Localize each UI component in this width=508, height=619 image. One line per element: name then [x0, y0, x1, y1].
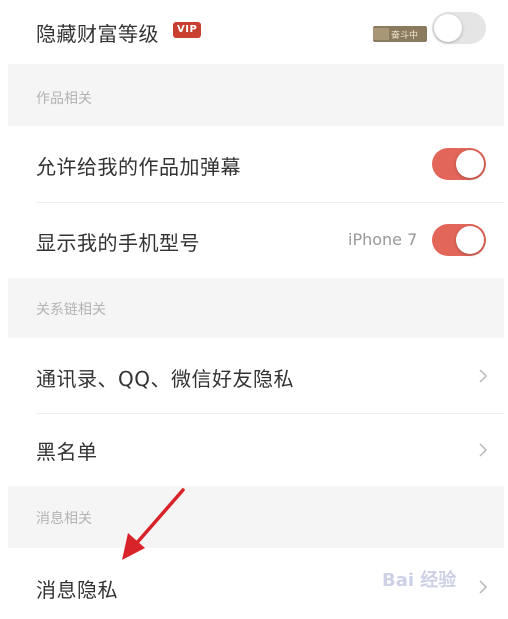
section-header-messages: 消息相关 — [8, 486, 504, 548]
section-header-relations: 关系链相关 — [8, 278, 504, 338]
section-header-works: 作品相关 — [8, 64, 504, 126]
hide-wealth-level-toggle[interactable] — [432, 12, 486, 44]
phone-model-value: iPhone 7 — [348, 230, 418, 249]
row-allow-danmaku[interactable]: 允许给我的作品加弹幕 — [8, 126, 504, 202]
baidu-jingyan-watermark: Bai 经验 — [382, 570, 457, 591]
toggle-knob — [434, 14, 462, 42]
section-title-messages: 消息相关 — [36, 511, 92, 527]
toggle-knob — [456, 226, 484, 254]
toggle-knob — [456, 150, 484, 178]
fortune-level-text: 奋斗中 — [391, 31, 419, 41]
allow-danmaku-toggle[interactable] — [432, 148, 486, 180]
section-title-relations: 关系链相关 — [36, 302, 106, 318]
privacy-settings-screen: 隐藏财富等级 VIP 奋斗中 作品相关 允许给我的作品加弹幕 显示我的手机型号 — [8, 0, 504, 619]
blacklist-label: 黑名单 — [36, 440, 98, 464]
row-blacklist[interactable]: 黑名单 — [8, 414, 504, 486]
page: 隐藏财富等级 VIP 奋斗中 作品相关 允许给我的作品加弹幕 显示我的手机型号 — [0, 0, 508, 619]
chevron-right-icon — [479, 580, 488, 594]
show-phone-model-label: 显示我的手机型号 — [36, 231, 200, 255]
show-phone-model-toggle[interactable] — [432, 224, 486, 256]
contacts-privacy-label: 通讯录、QQ、微信好友隐私 — [36, 367, 294, 391]
vip-badge: VIP — [173, 22, 202, 38]
row-contacts-privacy[interactable]: 通讯录、QQ、微信好友隐私 — [8, 338, 504, 413]
row-show-phone-model[interactable]: 显示我的手机型号 iPhone 7 — [8, 203, 504, 278]
hide-wealth-level-label: 隐藏财富等级 — [36, 22, 159, 46]
message-privacy-label: 消息隐私 — [36, 578, 118, 602]
allow-danmaku-label: 允许给我的作品加弹幕 — [36, 155, 241, 179]
fortune-level-badge: 奋斗中 — [373, 26, 427, 42]
section-title-works: 作品相关 — [36, 91, 92, 107]
chevron-right-icon — [479, 443, 488, 457]
fortune-ribbon-icon — [373, 28, 389, 40]
chevron-right-icon — [479, 369, 488, 383]
row-hide-wealth-level[interactable]: 隐藏财富等级 VIP 奋斗中 — [8, 0, 504, 64]
